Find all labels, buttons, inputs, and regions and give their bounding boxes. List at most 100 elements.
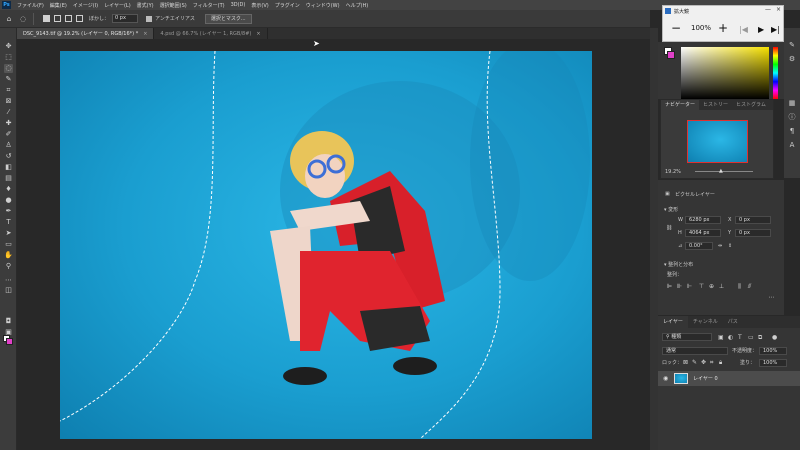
- frame-tool-icon[interactable]: ⊠: [4, 97, 13, 106]
- document-tab-active[interactable]: DSC_9143.tif @ 19.2% (レイヤー 0, RGB/16*) *…: [17, 28, 155, 39]
- eyedropper-tool-icon[interactable]: ⁄: [4, 108, 13, 117]
- filter-type-icon[interactable]: T: [738, 334, 742, 341]
- info-icon[interactable]: ⓘ: [787, 112, 797, 122]
- previous-button[interactable]: |◀: [739, 24, 748, 36]
- filter-pixel-icon[interactable]: ▣: [718, 334, 724, 341]
- minimize-icon[interactable]: —: [765, 6, 771, 13]
- menu-select[interactable]: 選択範囲(S): [157, 2, 190, 9]
- menu-layer[interactable]: レイヤー(L): [101, 2, 134, 9]
- tab-channels[interactable]: チャンネル: [688, 316, 723, 328]
- flip-vertical-icon[interactable]: ⇕: [728, 243, 732, 249]
- align-right-icon[interactable]: ⊩: [686, 283, 693, 290]
- menu-view[interactable]: 表示(V): [248, 2, 271, 9]
- subtract-selection-icon[interactable]: [65, 15, 72, 22]
- background-color-swatch[interactable]: [6, 338, 13, 345]
- filter-shape-icon[interactable]: ▭: [748, 334, 754, 341]
- document-tab[interactable]: 4.psd @ 66.7% (レイヤー 1, RGB/8#) ×: [154, 28, 268, 39]
- menu-plugins[interactable]: プラグイン: [272, 2, 303, 9]
- navigator-thumbnail[interactable]: [687, 120, 748, 163]
- tab-close-icon[interactable]: ×: [143, 31, 147, 37]
- next-button[interactable]: ▶|: [771, 24, 780, 36]
- add-selection-icon[interactable]: [54, 15, 61, 22]
- flip-horizontal-icon[interactable]: ⇹: [718, 243, 722, 249]
- brush-settings-icon[interactable]: ✎: [787, 40, 797, 50]
- eye-icon[interactable]: ◉: [663, 375, 668, 382]
- filter-toggle-icon[interactable]: ●: [772, 334, 777, 341]
- default-colors-icon[interactable]: ◫: [4, 286, 13, 295]
- crop-tool-icon[interactable]: ⌗: [4, 86, 13, 95]
- navigator-zoom-slider[interactable]: [695, 171, 753, 172]
- slider-knob-icon[interactable]: ▲: [719, 168, 723, 174]
- opacity-field[interactable]: 100%: [759, 347, 787, 355]
- lock-all-icon[interactable]: 🔒︎: [719, 359, 722, 366]
- zoom-in-button[interactable]: +: [718, 22, 728, 34]
- tab-navigator[interactable]: ナビゲーター: [661, 100, 700, 110]
- navigator-zoom-value[interactable]: 19.2%: [665, 169, 681, 175]
- width-field[interactable]: 6280 px: [685, 216, 721, 224]
- healing-tool-icon[interactable]: ✚: [4, 119, 13, 128]
- align-bottom-icon[interactable]: ⊥: [718, 283, 725, 290]
- align-center-h-icon[interactable]: ⊪: [676, 283, 683, 290]
- hue-slider[interactable]: [773, 47, 778, 99]
- menu-filter[interactable]: フィルター(T): [190, 2, 228, 9]
- character-icon[interactable]: A: [787, 140, 797, 150]
- y-field[interactable]: 0 px: [735, 229, 771, 237]
- menu-type[interactable]: 書式(Y): [134, 2, 157, 9]
- more-options-icon[interactable]: ⋯: [768, 294, 775, 301]
- background-color-chip[interactable]: [667, 51, 675, 59]
- layer-filter-select[interactable]: ⚲ 種類: [662, 333, 712, 341]
- x-field[interactable]: 0 px: [735, 216, 771, 224]
- angle-field[interactable]: 0.00°: [685, 242, 713, 250]
- layer-row[interactable]: ◉ レイヤー 0: [658, 371, 800, 386]
- hand-tool-icon[interactable]: ✋: [4, 251, 13, 260]
- link-icon[interactable]: ⛓: [666, 225, 672, 231]
- distribute-v-icon[interactable]: ⫻: [746, 283, 753, 290]
- marquee-tool-icon[interactable]: ⬚: [4, 53, 13, 62]
- quick-mask-icon[interactable]: ◘: [4, 317, 13, 326]
- fill-field[interactable]: 100%: [759, 359, 787, 367]
- lock-artboard-icon[interactable]: ⌗: [710, 359, 713, 366]
- blur-tool-icon[interactable]: ♦: [4, 185, 13, 194]
- paragraph-icon[interactable]: ¶: [787, 126, 797, 136]
- tab-layers[interactable]: レイヤー: [658, 316, 688, 328]
- filter-adjust-icon[interactable]: ◐: [728, 334, 733, 341]
- menu-help[interactable]: ヘルプ(H): [343, 2, 372, 9]
- new-selection-icon[interactable]: [43, 15, 50, 22]
- quick-select-tool-icon[interactable]: ✎: [4, 75, 13, 84]
- align-left-icon[interactable]: ⊫: [666, 283, 673, 290]
- lock-position-icon[interactable]: ✥: [701, 359, 706, 366]
- layer-comp-icon[interactable]: ▦: [787, 98, 797, 108]
- brush-tool-icon[interactable]: ✐: [4, 130, 13, 139]
- antialias-checkbox[interactable]: [146, 15, 153, 22]
- menu-image[interactable]: イメージ(I): [70, 2, 101, 9]
- type-tool-icon[interactable]: T: [4, 218, 13, 227]
- intersect-selection-icon[interactable]: [76, 15, 83, 22]
- move-tool-icon[interactable]: ✥: [4, 42, 13, 51]
- lock-image-icon[interactable]: ✎: [692, 359, 697, 366]
- zoom-out-button[interactable]: −: [671, 22, 681, 34]
- lock-transparent-icon[interactable]: ⊠: [683, 359, 688, 366]
- menu-3d[interactable]: 3D(D): [228, 2, 249, 8]
- distribute-icon[interactable]: ⫼: [736, 283, 743, 290]
- lasso-tool-icon[interactable]: ◌: [4, 64, 13, 73]
- feather-input[interactable]: 0 px: [112, 14, 139, 23]
- transform-header[interactable]: ▾ 変形: [664, 206, 678, 213]
- layer-name[interactable]: レイヤー 0: [693, 375, 718, 382]
- adjust-icon[interactable]: ⚙: [787, 54, 797, 64]
- blend-mode-select[interactable]: 通常: [662, 347, 728, 355]
- zoom-tool-icon[interactable]: ⚲: [4, 262, 13, 271]
- canvas-area[interactable]: ➤: [17, 39, 650, 450]
- color-picker-field[interactable]: [681, 47, 769, 99]
- tab-paths[interactable]: パス: [723, 316, 743, 328]
- pen-tool-icon[interactable]: ✒: [4, 207, 13, 216]
- play-button[interactable]: ▶: [758, 24, 764, 36]
- layer-thumbnail[interactable]: [674, 373, 688, 384]
- menu-window[interactable]: ウィンドウ(W): [303, 2, 343, 9]
- eraser-tool-icon[interactable]: ◧: [4, 163, 13, 172]
- select-and-mask-button[interactable]: 選択とマスク...: [204, 13, 252, 24]
- path-select-icon[interactable]: ➤: [4, 229, 13, 238]
- filter-smart-icon[interactable]: ⧉: [758, 334, 762, 341]
- lasso-preset-icon[interactable]: ◌: [18, 14, 28, 24]
- align-header[interactable]: ▾ 整列と分布: [664, 261, 693, 268]
- history-brush-icon[interactable]: ↺: [4, 152, 13, 161]
